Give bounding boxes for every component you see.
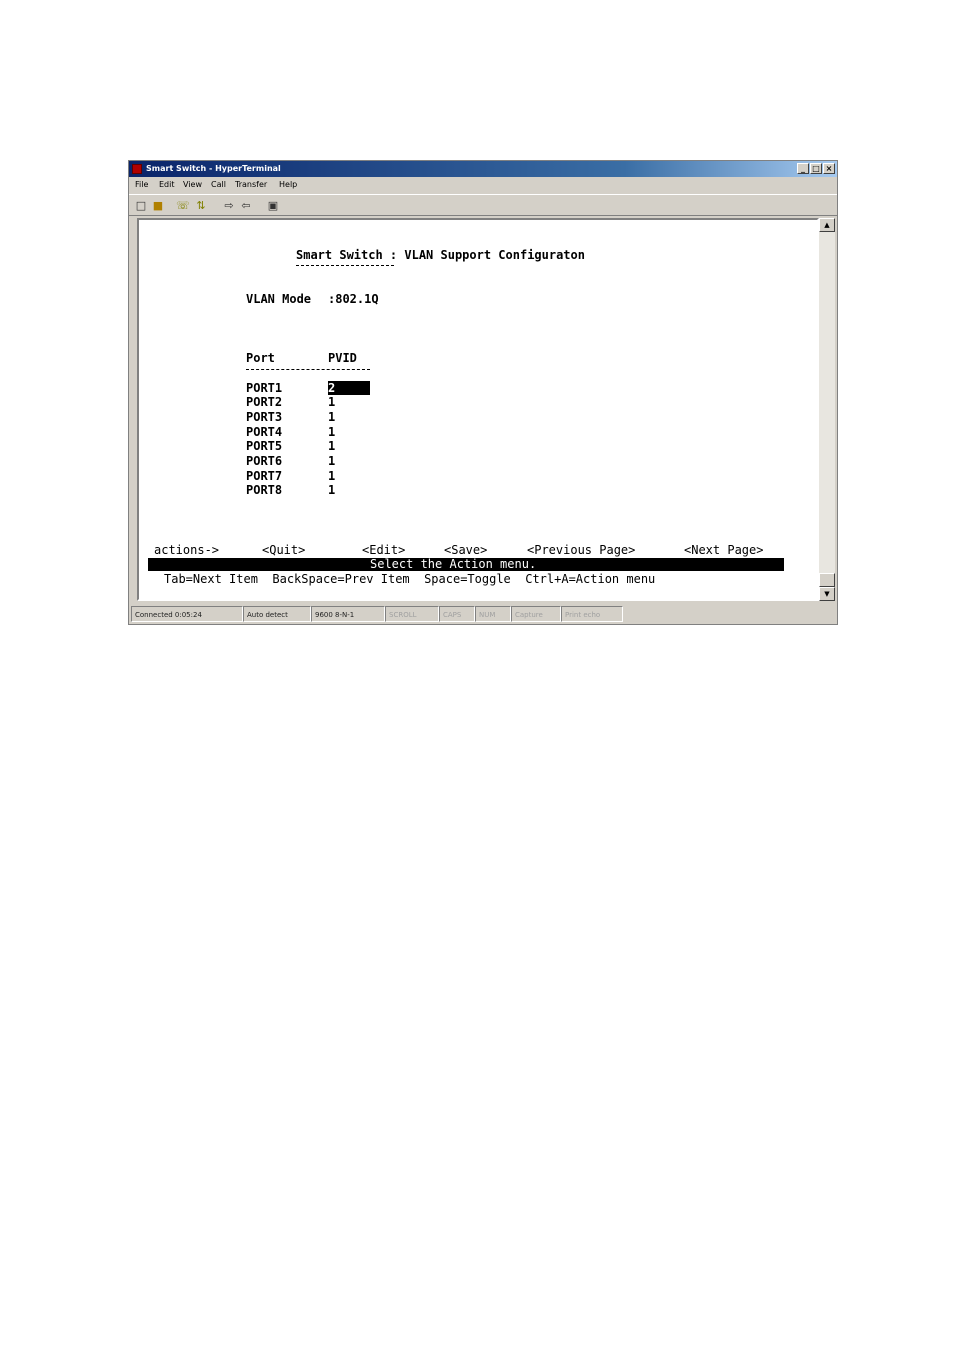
pvid-field[interactable]: 1 — [328, 395, 335, 409]
disconnect-icon[interactable]: ⇅ — [193, 198, 209, 213]
app-icon — [132, 164, 142, 174]
menu-call[interactable]: Call — [211, 178, 226, 192]
menu-view[interactable]: View — [183, 178, 202, 192]
new-icon[interactable]: □ — [133, 198, 149, 213]
window-title: Smart Switch - HyperTerminal — [146, 164, 281, 173]
hyperterminal-window: Smart Switch - HyperTerminal _ □ × File … — [128, 160, 838, 625]
menu-edit[interactable]: Edit — [159, 178, 175, 192]
previous-page-action[interactable]: <Previous Page> — [527, 543, 635, 557]
receive-icon[interactable]: ⇦ — [238, 198, 254, 213]
scroll-down-icon[interactable]: ▼ — [819, 587, 835, 601]
scroll-indicator: SCROLL — [385, 606, 439, 622]
toolbar: □ ■ ☏ ⇅ ⇨ ⇦ ▣ — [129, 194, 837, 216]
title-bar[interactable]: Smart Switch - HyperTerminal _ □ × — [129, 161, 837, 177]
pvid-field[interactable]: 1 — [328, 469, 335, 483]
pvid-field[interactable]: 1 — [328, 483, 335, 497]
send-icon[interactable]: ⇨ — [221, 198, 237, 213]
port-label: PORT2 — [246, 395, 283, 409]
menu-transfer[interactable]: Transfer — [235, 178, 267, 192]
edit-action[interactable]: <Edit> — [362, 543, 405, 557]
connection-time: Connected 0:05:24 — [131, 606, 243, 622]
open-icon[interactable]: ■ — [150, 198, 166, 213]
port-settings: 9600 8-N-1 — [311, 606, 385, 622]
pvid-field[interactable]: 1 — [328, 410, 335, 424]
minimize-button[interactable]: _ — [797, 163, 809, 174]
title-underline — [296, 265, 394, 266]
columns-underline — [246, 369, 370, 370]
properties-icon[interactable]: ▣ — [265, 198, 281, 213]
maximize-button[interactable]: □ — [810, 163, 822, 174]
close-button[interactable]: × — [823, 163, 835, 174]
terminal-screen[interactable]: Smart Switch : VLAN Support Configuraton… — [146, 225, 810, 595]
help-line: Tab=Next Item BackSpace=Prev Item Space=… — [164, 572, 656, 586]
capture-indicator: Capture — [511, 606, 561, 622]
save-action[interactable]: <Save> — [444, 543, 487, 557]
pvid-field[interactable]: 2 — [328, 381, 370, 395]
menu-help[interactable]: Help — [279, 178, 297, 192]
next-page-action[interactable]: <Next Page> — [684, 543, 763, 557]
page-title: Smart Switch : VLAN Support Configuraton — [296, 248, 585, 262]
quit-action[interactable]: <Quit> — [262, 543, 305, 557]
pvid-field[interactable]: 1 — [328, 454, 335, 468]
menu-bar: File Edit View Call Transfer Help — [129, 178, 837, 192]
port-label: PORT5 — [246, 439, 283, 453]
port-label: PORT8 — [246, 483, 283, 497]
port-label: PORT6 — [246, 454, 283, 468]
connect-icon[interactable]: ☏ — [175, 198, 191, 213]
vlan-mode-value[interactable]: :802.1Q — [328, 292, 379, 306]
vertical-scrollbar[interactable]: ▲ ▼ — [819, 218, 835, 601]
caps-indicator: CAPS — [439, 606, 475, 622]
num-indicator: NUM — [475, 606, 511, 622]
port-label: PORT4 — [246, 425, 283, 439]
pvid-field[interactable]: 1 — [328, 439, 335, 453]
port-label: PORT1 — [246, 381, 283, 395]
port-label: PORT3 — [246, 410, 283, 424]
status-message: Select the Action menu. — [370, 557, 537, 571]
menu-file[interactable]: File — [135, 178, 148, 192]
print-echo-indicator: Print echo — [561, 606, 623, 622]
scroll-thumb[interactable] — [819, 573, 835, 587]
column-pvid: PVID — [328, 351, 357, 365]
column-port: Port — [246, 351, 275, 365]
port-label: PORT7 — [246, 469, 283, 483]
terminal-frame[interactable]: Smart Switch : VLAN Support Configuraton… — [137, 218, 819, 601]
detect-mode: Auto detect — [243, 606, 311, 622]
scroll-up-icon[interactable]: ▲ — [819, 218, 835, 232]
pvid-field[interactable]: 1 — [328, 425, 335, 439]
status-bar: Connected 0:05:24 Auto detect 9600 8-N-1… — [129, 605, 837, 623]
vlan-mode-label: VLAN Mode — [246, 292, 312, 306]
status-message-bar: Select the Action menu. — [148, 558, 784, 571]
actions-label: actions-> — [154, 543, 220, 557]
